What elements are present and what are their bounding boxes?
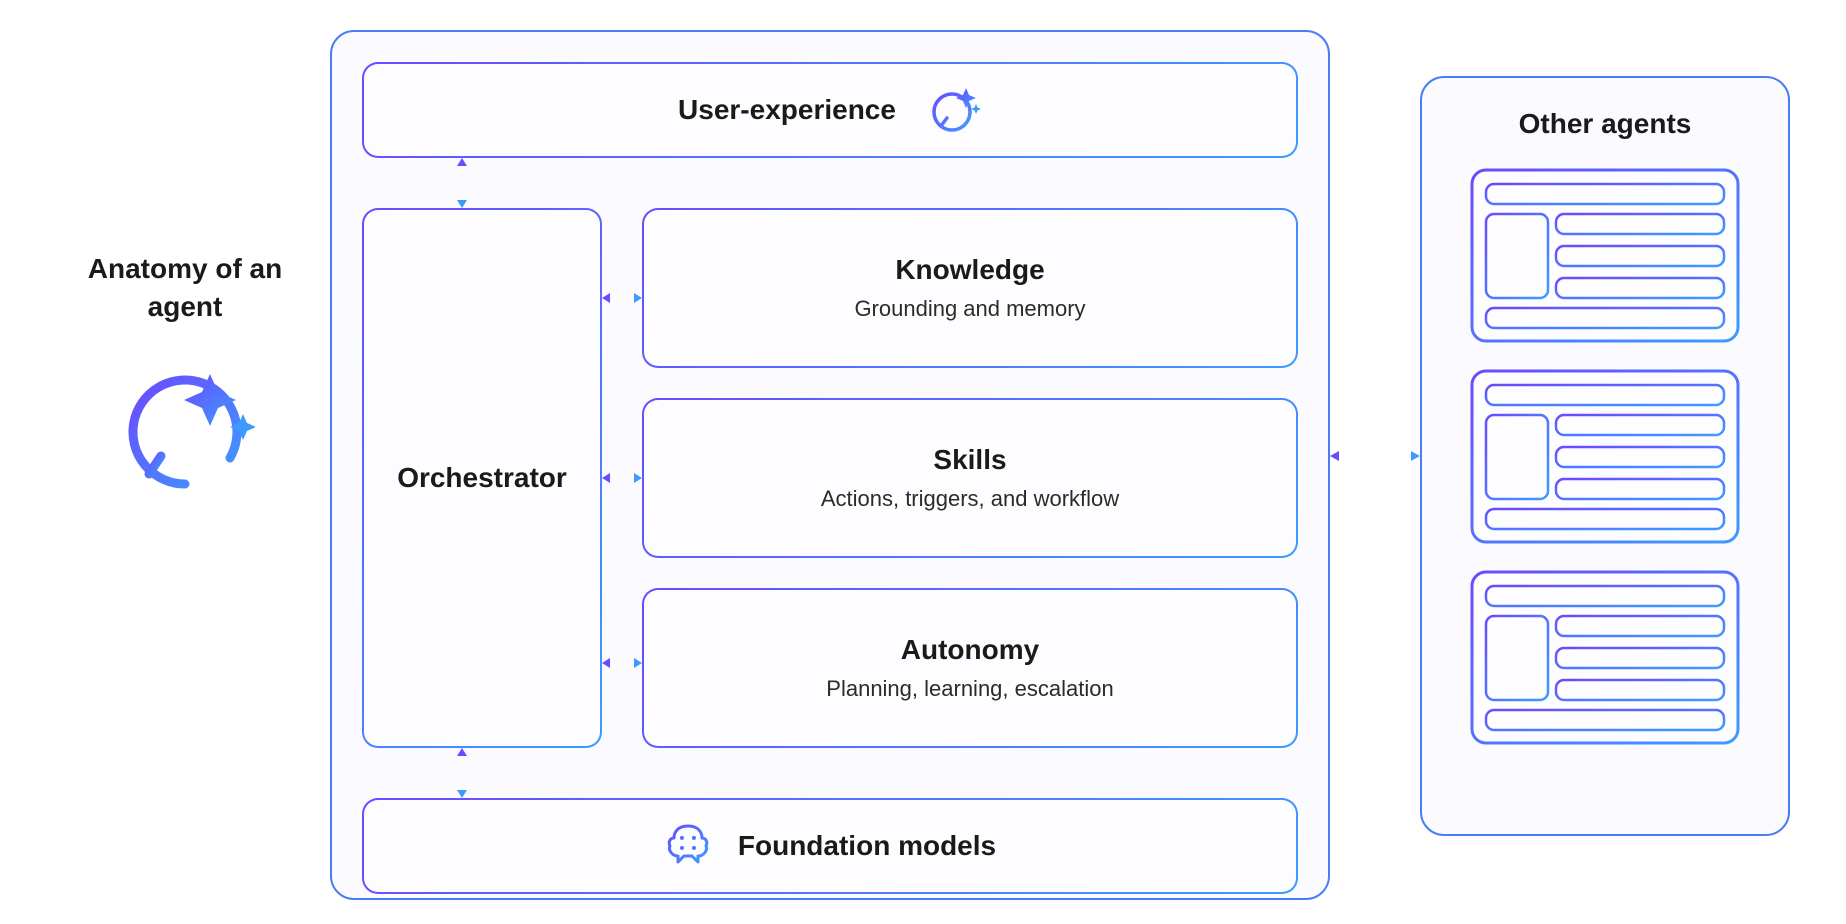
foundation-label: Foundation models (738, 830, 996, 862)
autonomy-title: Autonomy (901, 634, 1039, 666)
arrow-orch-skills (602, 468, 642, 488)
user-experience-label: User-experience (678, 94, 896, 126)
diagram-title-block: Anatomy of an agent (70, 250, 300, 496)
orchestrator-box: Orchestrator (362, 208, 602, 748)
skills-subtitle: Actions, triggers, and workflow (821, 486, 1119, 512)
skills-box: Skills Actions, triggers, and workflow (642, 398, 1298, 558)
knowledge-subtitle: Grounding and memory (854, 296, 1085, 322)
knowledge-title: Knowledge (895, 254, 1044, 286)
orchestrator-label: Orchestrator (397, 462, 567, 494)
arrow-orch-foundation (452, 748, 472, 798)
diagram-title: Anatomy of an agent (70, 250, 300, 326)
autonomy-box: Autonomy Planning, learning, escalation (642, 588, 1298, 748)
user-experience-box: User-experience (362, 62, 1298, 158)
other-agents-title: Other agents (1519, 108, 1692, 140)
brain-icon (664, 820, 712, 873)
other-agents-panel: Other agents (1420, 76, 1790, 836)
skills-title: Skills (933, 444, 1006, 476)
sparkle-chat-small-icon (926, 80, 982, 141)
arrow-agent-other-agents (1330, 446, 1420, 471)
arrow-ux-orchestrator (452, 158, 472, 208)
mini-agent-icon-3 (1470, 570, 1740, 745)
foundation-models-box: Foundation models (362, 798, 1298, 894)
sparkle-chat-icon (115, 356, 255, 496)
autonomy-subtitle: Planning, learning, escalation (826, 676, 1113, 702)
agent-anatomy-container: User-experience (330, 30, 1330, 900)
knowledge-box: Knowledge Grounding and memory (642, 208, 1298, 368)
mini-agent-icon-2 (1470, 369, 1740, 544)
arrow-orch-autonomy (602, 653, 642, 673)
mini-agent-icon-1 (1470, 168, 1740, 343)
arrow-orch-knowledge (602, 288, 642, 308)
